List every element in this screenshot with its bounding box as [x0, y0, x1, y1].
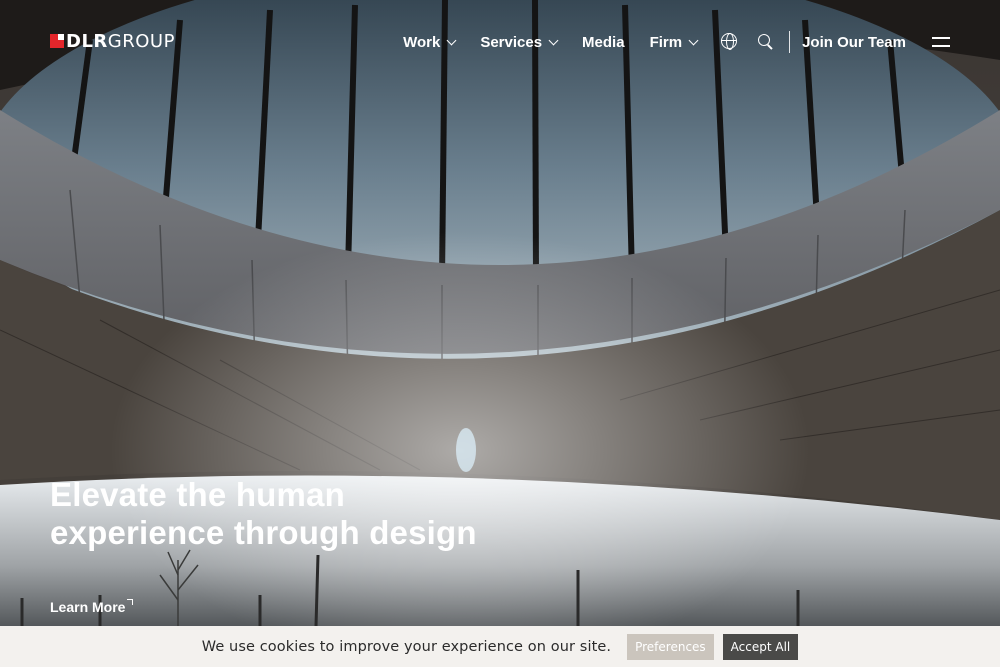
nav-media[interactable]: Media: [582, 34, 625, 51]
learn-more-link[interactable]: Learn More: [50, 599, 134, 615]
logo-mark-icon: [50, 34, 64, 48]
site-header: DLR GROUP Work Services Media Firm Join …: [0, 0, 1000, 84]
logo-text-light: GROUP: [107, 30, 175, 52]
cookie-message: We use cookies to improve your experienc…: [201, 638, 612, 655]
cookie-banner: We use cookies to improve your experienc…: [0, 626, 1000, 667]
nav-services[interactable]: Services: [480, 33, 559, 51]
chevron-down-icon: [688, 35, 699, 45]
globe-icon: [721, 33, 738, 50]
logo-text-bold: DLR: [66, 30, 108, 52]
menu-line: [932, 37, 950, 39]
headline-line-2: experience through design: [50, 514, 477, 551]
learn-more-label: Learn More: [50, 599, 126, 615]
hamburger-menu-icon[interactable]: [932, 37, 950, 47]
main-nav: Work Services Media Firm Join Our Team: [403, 28, 950, 56]
nav-media-label: Media: [582, 33, 625, 51]
cookie-preferences-button[interactable]: Preferences: [627, 633, 714, 660]
corner-arrow-icon: [127, 599, 134, 605]
chevron-down-icon: [446, 35, 457, 45]
nav-firm-label: Firm: [649, 33, 683, 51]
nav-firm[interactable]: Firm: [649, 33, 699, 51]
nav-divider: [789, 31, 791, 53]
language-button[interactable]: [721, 33, 739, 51]
menu-line: [932, 45, 950, 47]
headline-line-1: Elevate the human: [50, 476, 345, 513]
cookie-accept-all-button[interactable]: Accept All: [722, 633, 799, 660]
join-our-team-link[interactable]: Join Our Team: [802, 34, 906, 51]
nav-services-label: Services: [480, 33, 543, 51]
search-icon-handle: [767, 44, 773, 50]
search-button[interactable]: [757, 33, 775, 51]
chevron-down-icon: [548, 35, 559, 45]
nav-work-label: Work: [403, 33, 441, 51]
dlr-group-logo[interactable]: DLR GROUP: [50, 30, 175, 52]
hero-headline: Elevate the human experience through des…: [50, 476, 570, 552]
nav-work[interactable]: Work: [403, 33, 457, 51]
